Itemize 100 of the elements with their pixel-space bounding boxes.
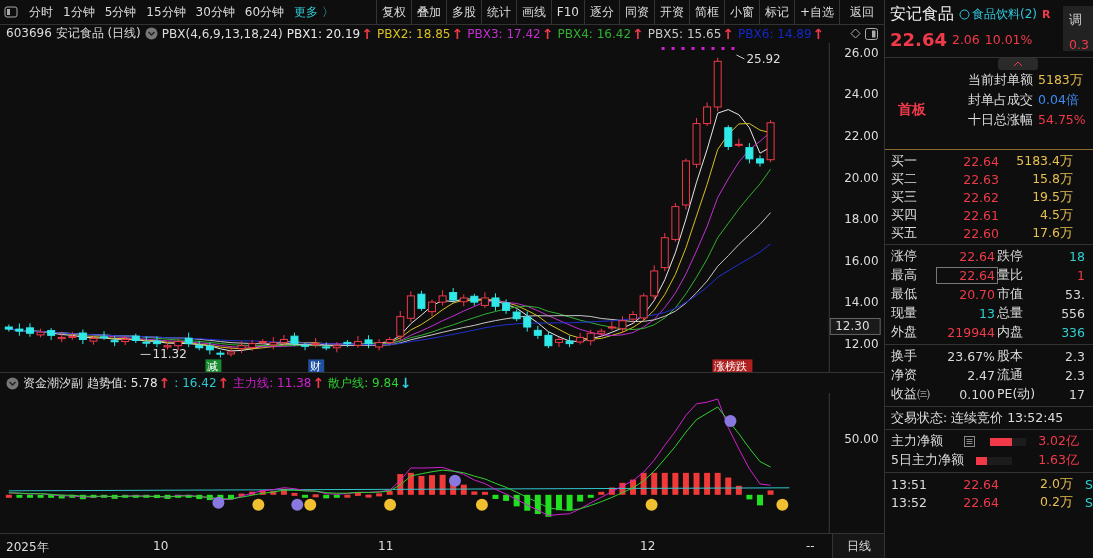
stat-value: 22.64	[958, 249, 996, 264]
stock-name: 安记食品	[890, 4, 954, 25]
stat-value: 17	[1068, 387, 1086, 402]
stat-label: 净资	[891, 367, 918, 384]
toolbar-button[interactable]: 画线	[515, 0, 551, 25]
indicator-value: PBX1: 20.19	[286, 27, 361, 41]
dropdown-icon[interactable]	[6, 376, 19, 390]
tick-price: 22.64	[962, 494, 999, 510]
board-label: 首板	[898, 101, 927, 119]
period-button[interactable]: 日线	[832, 534, 884, 558]
trend-arrow: ↑	[312, 376, 325, 391]
period-tab[interactable]: 5分钟	[99, 3, 142, 21]
stat-value: 5183万	[1038, 72, 1083, 89]
security-title: 603696 安记食品 (日线)	[6, 25, 141, 43]
side-tab[interactable]: 调 0.3	[1063, 6, 1093, 51]
event-tag: 财	[308, 359, 325, 373]
stat-value: 53.	[1064, 287, 1086, 302]
tick-side: S	[1084, 476, 1093, 492]
leader-line	[140, 353, 152, 355]
time-axis-label: 10	[153, 539, 169, 554]
stat-value: 20.70	[958, 287, 996, 302]
stat-value: 556	[1060, 306, 1086, 321]
trend-arrow: ↑	[632, 27, 644, 41]
stat-value: 0.100	[958, 387, 996, 402]
trend-arrow: ↑	[541, 27, 554, 41]
bid-price: 22.63	[962, 171, 999, 187]
diamond-icon[interactable]	[850, 28, 861, 40]
stat-label: 内盘	[997, 324, 1024, 341]
stat-label: 市值	[997, 286, 1024, 303]
stat-label: 股本	[997, 348, 1024, 365]
flow-label: 主力净额	[891, 433, 944, 450]
bid-price: 22.64	[962, 153, 999, 169]
bid-price: 22.62	[962, 189, 999, 205]
toolbar-button[interactable]: 多股	[445, 0, 481, 25]
period-tab[interactable]: 分时	[24, 3, 58, 21]
toolbar-button[interactable]: 标记	[758, 0, 794, 25]
trend-arrow: ↑	[722, 27, 735, 41]
toolbar-button[interactable]: 复权	[375, 0, 411, 25]
bid-volume: 15.8万	[1031, 170, 1073, 188]
stat-value: 336	[1060, 325, 1086, 340]
toolbar-button[interactable]: 叠加	[410, 0, 446, 25]
indicator-value: PBX4: 16.42	[557, 27, 632, 41]
last-price: 22.64	[890, 29, 947, 50]
stat-value: 2.3	[1064, 349, 1086, 364]
stat-value: 2.47	[966, 368, 996, 383]
panel-toggle-icon[interactable]	[4, 6, 18, 18]
time-axis-label: 11	[378, 539, 394, 554]
stat-label: 量比	[997, 267, 1024, 284]
toolbar-button[interactable]: 小窗	[723, 0, 759, 25]
bid-label: 买三	[891, 188, 918, 206]
period-tab[interactable]: 15分钟	[141, 3, 191, 21]
time-axis-label: 12	[640, 539, 656, 554]
price-axis-label: 24.00	[844, 87, 879, 102]
toolbar-button[interactable]: F10	[550, 0, 584, 25]
period-tab[interactable]: 30分钟	[190, 3, 240, 21]
tick-price: 22.64	[962, 476, 999, 492]
stat-label: 收益㈢	[891, 386, 931, 403]
stat-value: 13	[978, 306, 996, 321]
stat-label: 外盘	[891, 324, 918, 341]
list-icon[interactable]	[964, 436, 975, 447]
stat-label: 跌停	[997, 248, 1024, 265]
tick-volume: 2.0万	[1039, 475, 1073, 493]
price-axis-label: 16.00	[844, 253, 879, 268]
stat-label: 换手	[891, 348, 918, 365]
stat-value: 54.75%	[1038, 112, 1086, 129]
toolbar-button[interactable]: 简框	[688, 0, 724, 25]
price-axis-label: 14.00	[844, 295, 879, 310]
toolbar-button[interactable]: +自选	[793, 0, 839, 25]
toolbar-button[interactable]: 统计	[480, 0, 516, 25]
bid-volume: 19.5万	[1031, 188, 1073, 206]
toolbar-button[interactable]: 开资	[653, 0, 689, 25]
sector-link[interactable]: 食品饮料(2)	[972, 6, 1037, 23]
dropdown-icon[interactable]	[144, 27, 158, 41]
price-change: 2.06	[951, 32, 980, 47]
stat-label: 封单占成交	[968, 92, 1033, 109]
stat-value: 1	[1076, 268, 1086, 283]
flow-value: 3.02亿	[1037, 433, 1080, 450]
toolbar-button[interactable]: 逐分	[583, 0, 619, 25]
indicator-value: PBX2: 18.85	[376, 27, 451, 41]
trend-arrow: ↑	[217, 376, 230, 391]
bid-volume: 4.5万	[1039, 206, 1073, 224]
trend-arrow: ↑	[812, 27, 825, 41]
trend-arrow: ↑	[451, 27, 464, 41]
stat-label: PE(动)	[997, 386, 1037, 403]
back-button[interactable]: 返回	[839, 0, 884, 25]
period-tab[interactable]: 60分钟	[239, 3, 290, 21]
panel-toggle-icon[interactable]	[865, 28, 878, 40]
bid-price: 22.60	[962, 225, 999, 241]
leader-line	[735, 54, 745, 60]
toolbar-button[interactable]: 同资	[618, 0, 654, 25]
indicator-axis-label: 50.00	[844, 432, 879, 447]
trend-arrow: ↓	[399, 376, 412, 391]
period-tab[interactable]: 1分钟	[58, 3, 100, 21]
indicator-value: 散户线: 9.84	[328, 374, 399, 392]
current-price-tag: 12.30	[829, 317, 881, 335]
indicator-value: PBX5: 15.65	[647, 27, 722, 41]
stat-value: 219944	[946, 325, 996, 340]
more-link[interactable]: 更多 〉	[289, 3, 339, 21]
flow-value: 1.63亿	[1037, 452, 1080, 469]
time-axis-label: 2025年	[6, 539, 49, 557]
